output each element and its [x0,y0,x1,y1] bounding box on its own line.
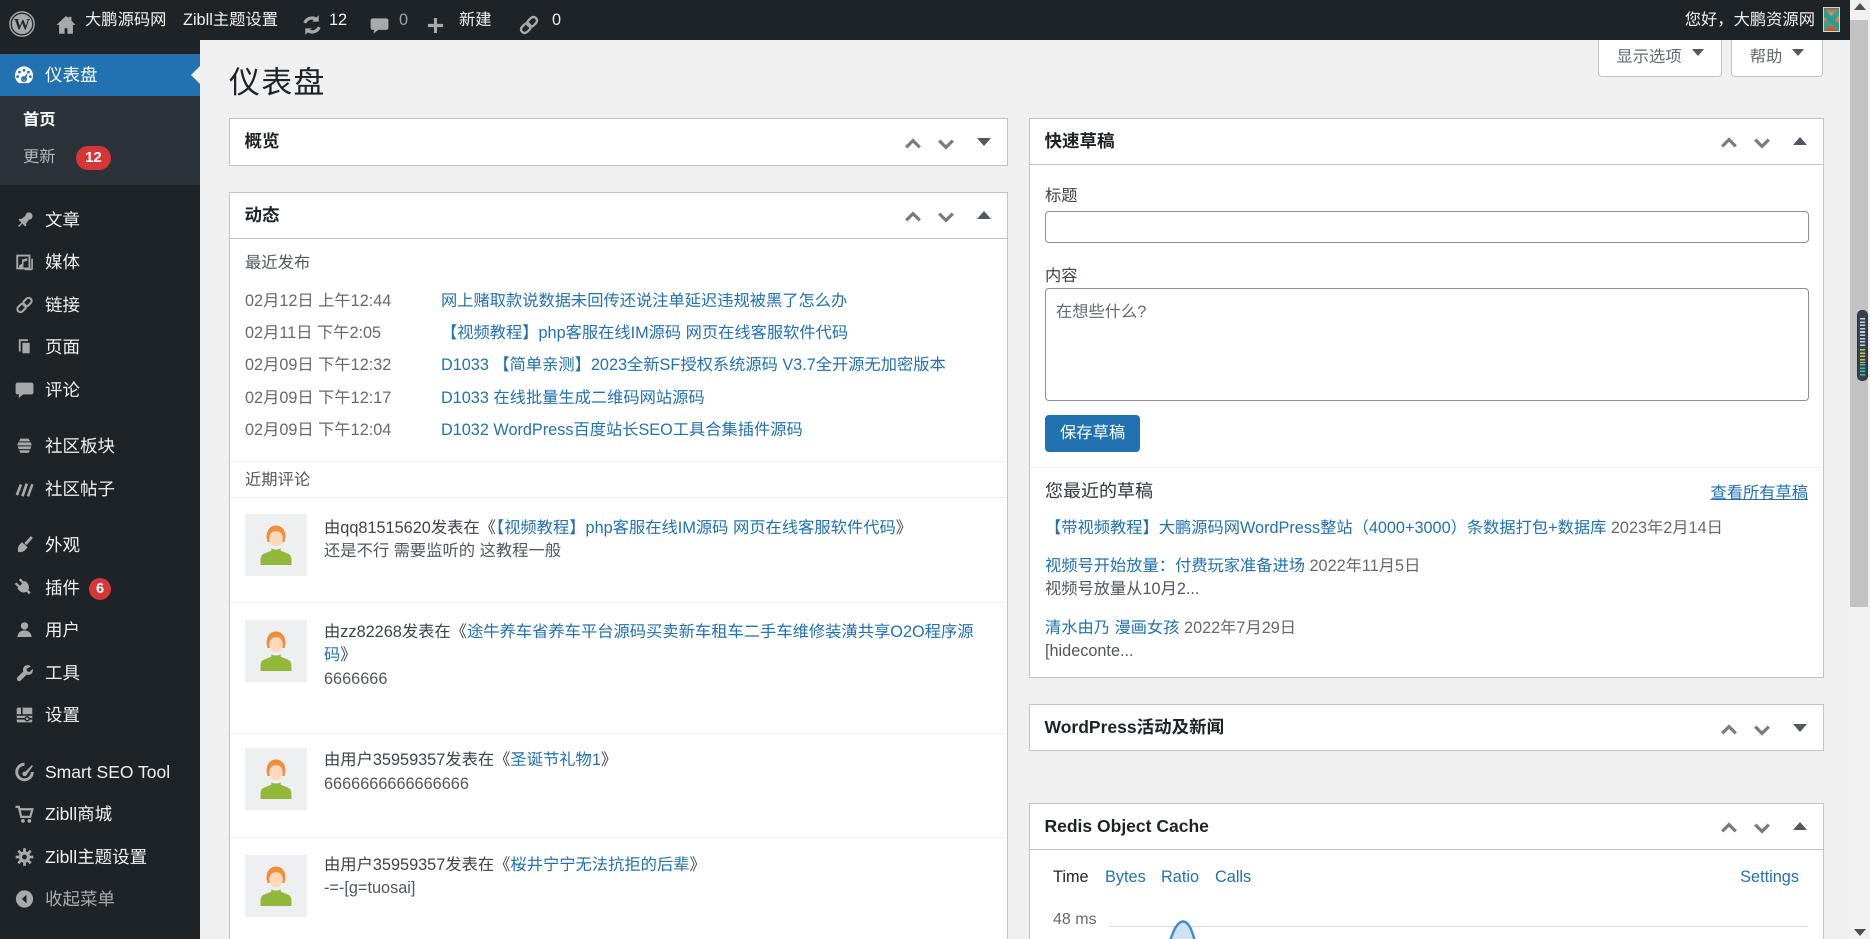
svg-text:W: W [14,16,30,34]
